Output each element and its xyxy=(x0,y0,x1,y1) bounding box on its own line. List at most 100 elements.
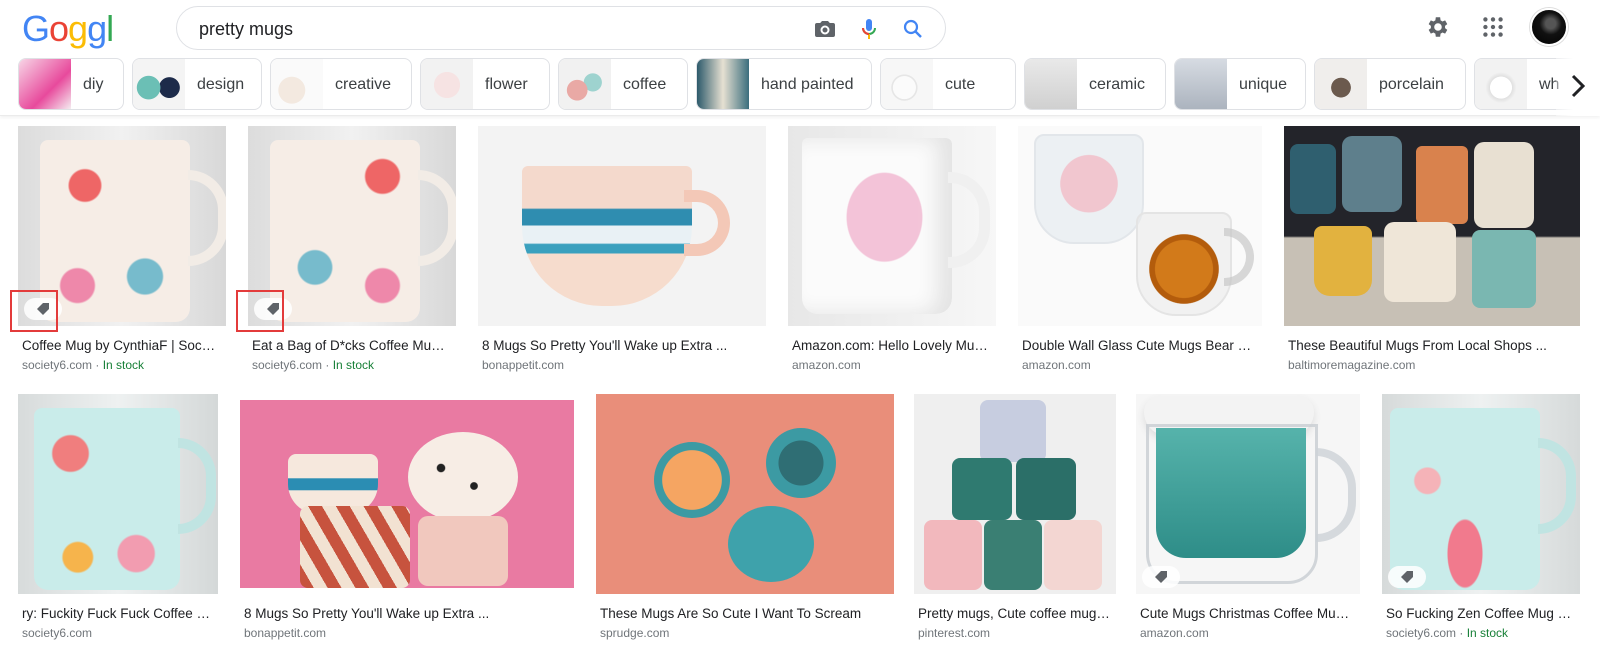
chip-label: unique xyxy=(1239,76,1288,93)
result-image[interactable] xyxy=(1136,394,1360,594)
result-source[interactable]: amazon.com xyxy=(1140,626,1209,640)
chips-next-button[interactable] xyxy=(1556,56,1600,116)
logo-letter: G xyxy=(22,8,50,49)
source-domain: society6.com xyxy=(1386,626,1457,640)
avatar[interactable] xyxy=(1530,8,1568,46)
result-title[interactable]: Cute Mugs Christmas Coffee Mug ... xyxy=(1140,606,1356,621)
chip-label: porcelain xyxy=(1379,76,1444,93)
chip-hand-painted[interactable]: hand painted xyxy=(696,58,872,110)
result-title[interactable]: Double Wall Glass Cute Mugs Bear Cup ... xyxy=(1022,338,1258,353)
product-tag[interactable] xyxy=(1388,566,1426,588)
image-result[interactable]: These Mugs Are So Cute I Want To Scream … xyxy=(596,394,894,640)
result-image[interactable] xyxy=(914,394,1116,594)
image-result[interactable]: Cute Mugs Christmas Coffee Mug ... amazo… xyxy=(1136,394,1360,640)
chip-thumbnail xyxy=(19,59,71,109)
result-image[interactable] xyxy=(240,400,574,588)
result-source[interactable]: sprudge.com xyxy=(600,626,669,640)
result-image[interactable] xyxy=(1018,126,1262,326)
search-icon[interactable] xyxy=(901,17,925,41)
chip-label: ceramic xyxy=(1089,76,1146,93)
result-source[interactable]: bonappetit.com xyxy=(244,626,326,640)
result-image[interactable] xyxy=(788,126,996,326)
result-title[interactable]: So Fucking Zen Coffee Mug by ... xyxy=(1386,606,1576,621)
image-result[interactable]: Double Wall Glass Cute Mugs Bear Cup ...… xyxy=(1018,126,1262,372)
chip-ceramic[interactable]: ceramic xyxy=(1024,58,1166,110)
camera-icon[interactable] xyxy=(813,17,837,41)
chip-thumbnail xyxy=(1175,59,1227,109)
google-logo[interactable]: Goggle xyxy=(22,8,132,91)
result-title[interactable]: ry: Fuckity Fuck Fuck Coffee Mug xyxy=(22,606,214,621)
chip-flower[interactable]: flower xyxy=(420,58,550,110)
chip-thumbnail xyxy=(697,59,749,109)
result-title[interactable]: Amazon.com: Hello Lovely Mug ... xyxy=(792,338,988,353)
image-result[interactable]: ry: Fuckity Fuck Fuck Coffee Mug society… xyxy=(18,394,218,640)
result-image[interactable] xyxy=(1284,126,1580,326)
chip-thumbnail xyxy=(421,59,473,109)
source-domain: society6.com xyxy=(22,358,93,372)
stock-status: In stock xyxy=(1466,626,1509,640)
image-result[interactable]: 8 Mugs So Pretty You'll Wake up Extra ..… xyxy=(240,394,574,640)
chip-porcelain[interactable]: porcelain xyxy=(1314,58,1466,110)
chip-label: creative xyxy=(335,76,392,93)
logo-letter: g xyxy=(87,8,107,49)
chip-label: cute xyxy=(945,76,976,93)
result-source[interactable]: baltimoremagazine.com xyxy=(1288,358,1415,372)
image-result[interactable]: These Beautiful Mugs From Local Shops ..… xyxy=(1284,126,1580,372)
result-title[interactable]: Pretty mugs, Cute coffee mugs ... xyxy=(918,606,1112,621)
result-source[interactable]: pinterest.com xyxy=(918,626,990,640)
chip-creative[interactable]: creative xyxy=(270,58,412,110)
result-image[interactable] xyxy=(596,394,894,594)
result-title[interactable]: 8 Mugs So Pretty You'll Wake up Extra ..… xyxy=(244,606,570,621)
gear-icon[interactable] xyxy=(1424,14,1450,40)
result-source[interactable]: society6.com · In stock xyxy=(252,358,374,372)
chip-thumbnail xyxy=(559,59,611,109)
result-title[interactable]: Coffee Mug by CynthiaF | Society6 xyxy=(22,338,218,353)
chip-label: diy xyxy=(83,76,104,93)
result-source[interactable]: society6.com · In stock xyxy=(22,358,144,372)
result-image[interactable] xyxy=(478,126,766,326)
result-source[interactable]: amazon.com xyxy=(792,358,861,372)
image-result[interactable]: Coffee Mug by CynthiaF | Society6 societ… xyxy=(10,126,226,372)
search-input[interactable]: pretty mugs xyxy=(199,7,293,51)
image-result[interactable]: Eat a Bag of D*cks Coffee Mug by ... soc… xyxy=(236,126,456,372)
logo-letter: g xyxy=(68,8,88,49)
product-tag[interactable] xyxy=(1142,566,1180,588)
image-result[interactable]: Pretty mugs, Cute coffee mugs ... pinter… xyxy=(914,394,1116,640)
chip-diy[interactable]: diy xyxy=(18,58,124,110)
result-source[interactable]: bonappetit.com xyxy=(482,358,564,372)
result-image[interactable] xyxy=(1382,394,1580,594)
chip-thumbnail xyxy=(1025,59,1077,109)
image-result[interactable]: Amazon.com: Hello Lovely Mug ... amazon.… xyxy=(788,126,996,372)
chip-label: design xyxy=(197,76,245,93)
stock-status: In stock xyxy=(332,358,375,372)
result-source[interactable]: amazon.com xyxy=(1022,358,1091,372)
chevron-right-icon xyxy=(1571,74,1586,98)
result-title[interactable]: Eat a Bag of D*cks Coffee Mug by ... xyxy=(252,338,448,353)
logo-letter: l xyxy=(106,8,114,49)
chip-thumbnail xyxy=(1475,59,1527,109)
result-title[interactable]: 8 Mugs So Pretty You'll Wake up Extra ..… xyxy=(482,338,762,353)
top-bar: Goggle pretty mugs xyxy=(0,0,1600,91)
microphone-icon[interactable] xyxy=(857,17,881,41)
result-source[interactable]: society6.com xyxy=(22,626,92,640)
chip-design[interactable]: design xyxy=(132,58,262,110)
image-result[interactable]: 8 Mugs So Pretty You'll Wake up Extra ..… xyxy=(478,126,766,372)
chip-thumbnail xyxy=(271,59,323,109)
apps-grid-icon[interactable] xyxy=(1480,14,1506,40)
result-image[interactable] xyxy=(18,394,218,594)
chip-thumbnail xyxy=(1315,59,1367,109)
chip-unique[interactable]: unique xyxy=(1174,58,1306,110)
chip-label: hand painted xyxy=(761,76,854,93)
highlight-box xyxy=(236,290,284,332)
result-title[interactable]: These Mugs Are So Cute I Want To Scream xyxy=(600,606,890,621)
chip-coffee[interactable]: coffee xyxy=(558,58,688,110)
chip-label: coffee xyxy=(623,76,667,93)
chip-cute[interactable]: cute xyxy=(880,58,1016,110)
highlight-box xyxy=(10,290,58,332)
tag-icon xyxy=(1401,571,1413,583)
image-result[interactable]: So Fucking Zen Coffee Mug by ... society… xyxy=(1382,394,1580,640)
related-searches-bar: diy design creative flower coffee hand p… xyxy=(0,56,1600,116)
result-title[interactable]: These Beautiful Mugs From Local Shops ..… xyxy=(1288,338,1576,353)
result-source[interactable]: society6.com · In stock xyxy=(1386,626,1508,640)
search-box[interactable]: pretty mugs xyxy=(176,6,946,50)
